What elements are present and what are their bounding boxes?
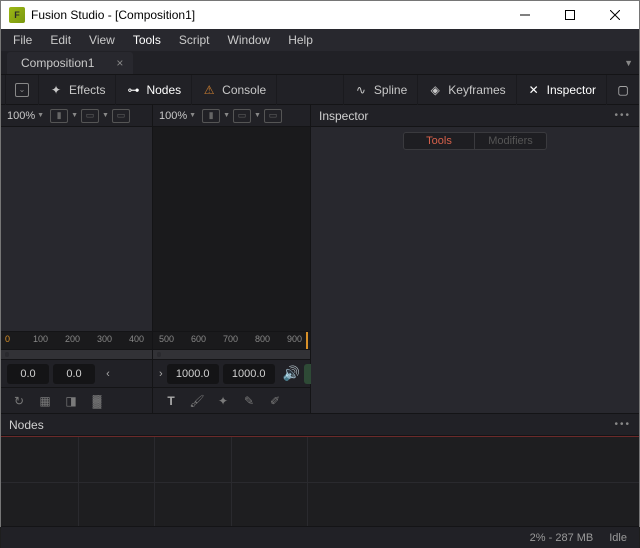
effects-button[interactable]: ✦Effects [39,75,116,105]
tool-paint-icon[interactable]: 🖌 [185,392,209,410]
step-forward-button[interactable]: › [159,364,163,384]
playback-bar-right: › 🔊 Re [153,359,310,387]
step-back-button[interactable]: ‹ [99,364,117,384]
layout-a2-icon[interactable]: ▮ [202,109,220,123]
nodes-panel: Nodes ••• [1,413,639,526]
tab-composition1[interactable]: Composition1 × [7,52,133,74]
tool-blur-icon[interactable]: ▓ [85,392,109,410]
menu-tools[interactable]: Tools [125,31,169,49]
menu-help[interactable]: Help [280,31,321,49]
secondary-display-button[interactable]: ▢ [606,75,639,105]
audio-toggle-icon[interactable]: 🔊 [283,365,300,382]
status-percent: 2% - 287 MB [530,532,594,544]
menu-edit[interactable]: Edit [42,31,79,49]
range-start-field[interactable] [7,364,49,384]
time-scrollbar-right[interactable] [153,349,310,359]
tool-bg-icon[interactable]: ▦ [33,392,57,410]
inspector-menu-icon[interactable]: ••• [614,110,631,121]
tab-close-icon[interactable]: × [116,57,123,69]
title-bar: F Fusion Studio - [Composition1] [1,1,639,29]
status-state: Idle [609,532,627,544]
inspector-icon: ✕ [527,83,541,97]
nodes-header: Nodes ••• [1,414,639,436]
console-button[interactable]: ⚠Console [192,75,277,105]
layout-c2-icon[interactable]: ▭ [264,109,282,123]
range-end-field[interactable] [167,364,219,384]
nodes-menu-icon[interactable]: ••• [614,419,631,430]
viewer-right-toolbar: 100%▼ ▮▼ ▭▼ ▭ [153,105,310,127]
inspector-panel: Inspector ••• Tools Modifiers [311,105,639,413]
timeline-ruler-right[interactable]: 500 600 700 800 900 [153,331,310,349]
maximize-button[interactable] [547,1,592,29]
inspector-tab-modifiers[interactable]: Modifiers [475,132,547,150]
workspace: 100%▼ ▮▼ ▭▼ ▭ 0 100 200 300 400 ‹ ↻ ▦ ◨ … [1,105,639,413]
main-toolbar: ⌄ ✦Effects ⊶Nodes ⚠Console ∿Spline ◈Keyf… [1,75,639,105]
console-icon: ⚠ [202,83,216,97]
display-icon: ▢ [616,83,630,97]
app-icon: F [9,7,25,23]
viewer-left-canvas[interactable] [1,127,152,331]
node-toolbar: ↻ ▦ ◨ ▓ [1,387,152,413]
tool-text-icon[interactable]: T [159,392,183,410]
layout-dropdown-button[interactable]: ⌄ [5,75,39,105]
viewer-left-toolbar: 100%▼ ▮▼ ▭▼ ▭ [1,105,152,127]
spline-button[interactable]: ∿Spline [343,75,417,105]
status-bar: 2% - 287 MB Idle [1,526,639,548]
viewer-right-panel: 100%▼ ▮▼ ▭▼ ▭ 500 600 700 800 900 › 🔊 Re… [153,105,311,413]
nodes-button[interactable]: ⊶Nodes [116,75,192,105]
layout-b2-icon[interactable]: ▭ [233,109,251,123]
inspector-button[interactable]: ✕Inspector [516,75,606,105]
menu-file[interactable]: File [5,31,40,49]
layout-a-icon[interactable]: ▮ [50,109,68,123]
effects-icon: ✦ [49,83,63,97]
keyframes-button[interactable]: ◈Keyframes [417,75,515,105]
tool-mask-icon[interactable]: ✐ [263,392,287,410]
layout-b-icon[interactable]: ▭ [81,109,99,123]
tool-gradient-icon[interactable]: ◨ [59,392,83,410]
tool-loader-icon[interactable]: ↻ [7,392,31,410]
menu-bar: File Edit View Tools Script Window Help [1,29,639,51]
menu-script[interactable]: Script [171,31,218,49]
viewer-right-canvas[interactable] [153,127,310,331]
window-title: Fusion Studio - [Composition1] [31,8,502,22]
tool-particles-icon[interactable]: ✦ [211,392,235,410]
spline-icon: ∿ [354,83,368,97]
global-end-field[interactable] [223,364,275,384]
tabbar-menu-icon[interactable]: ▼ [624,58,633,68]
layout-c-icon[interactable]: ▭ [112,109,130,123]
playback-bar: ‹ [1,359,152,387]
menu-window[interactable]: Window [220,31,279,49]
inspector-tabs: Tools Modifiers [311,127,639,155]
minimize-button[interactable] [502,1,547,29]
close-button[interactable] [592,1,637,29]
zoom-select-right[interactable]: 100%▼ [156,110,199,122]
inspector-tab-tools[interactable]: Tools [403,132,475,150]
nodes-canvas[interactable] [1,437,639,526]
inspector-header: Inspector ••• [311,105,639,127]
time-scrollbar[interactable] [1,349,152,359]
current-frame-field[interactable] [53,364,95,384]
tool-transform-icon[interactable]: ✎ [237,392,261,410]
menu-view[interactable]: View [81,31,123,49]
node-toolbar-right: T 🖌 ✦ ✎ ✐ [153,387,310,413]
timeline-ruler[interactable]: 0 100 200 300 400 [1,331,152,349]
zoom-select-left[interactable]: 100%▼ [4,110,47,122]
keyframes-icon: ◈ [428,83,442,97]
tab-label: Composition1 [21,56,94,70]
composition-tab-bar: Composition1 × ▼ [1,51,639,75]
nodes-icon: ⊶ [126,83,140,97]
viewer-left-panel: 100%▼ ▮▼ ▭▼ ▭ 0 100 200 300 400 ‹ ↻ ▦ ◨ … [1,105,153,413]
range-end-marker [306,332,308,349]
